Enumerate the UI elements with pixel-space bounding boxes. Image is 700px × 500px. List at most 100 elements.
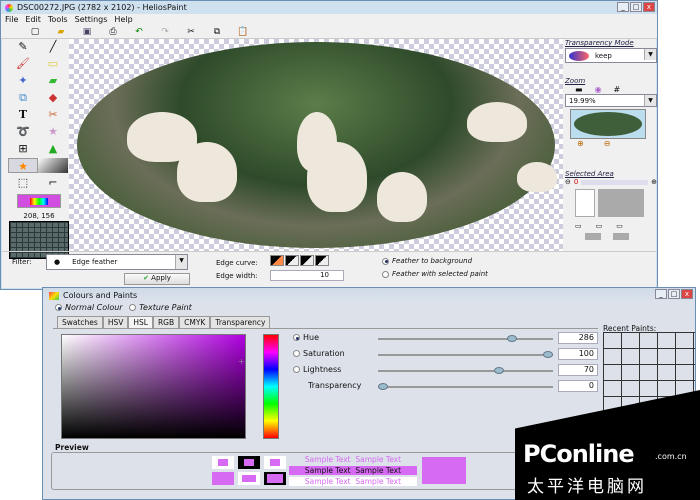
menu-tools[interactable]: Tools	[48, 15, 68, 24]
slider-knob[interactable]	[506, 335, 517, 342]
select-inverse-icon[interactable]: ▭	[596, 222, 603, 230]
eraser-icon[interactable]: ▭	[38, 56, 68, 71]
print-icon[interactable]: ⎙	[107, 27, 119, 37]
curve-option[interactable]	[315, 255, 329, 266]
value-field[interactable]: 100	[558, 348, 598, 360]
feather-paint-radio[interactable]: Feather with selected paint	[382, 270, 488, 278]
slider-track[interactable]	[378, 367, 553, 374]
row-radio[interactable]	[293, 366, 300, 373]
slider-knob[interactable]	[378, 383, 388, 390]
edge-width-value: 10	[320, 271, 329, 279]
minimize-button[interactable]: _	[617, 2, 629, 12]
resize-icon[interactable]: ⊞	[8, 141, 38, 156]
eyedropper-icon[interactable]: ⌐	[38, 175, 68, 190]
transparency-mode-select[interactable]: keep ▼	[565, 48, 657, 63]
grow-icon[interactable]: ⊕	[651, 178, 657, 186]
selection-button[interactable]	[585, 233, 601, 240]
maximize-button[interactable]: □	[668, 289, 680, 299]
row-radio[interactable]	[293, 334, 300, 341]
slider-knob[interactable]	[543, 351, 553, 358]
undo-icon[interactable]: ↶	[133, 27, 145, 37]
slider-track[interactable]	[378, 351, 553, 358]
hsl-row-saturation[interactable]: Saturation	[293, 349, 345, 358]
curve-option[interactable]	[285, 255, 299, 266]
save-icon[interactable]: ▣	[81, 27, 93, 37]
new-icon[interactable]: ▢	[29, 27, 41, 37]
select-all-icon[interactable]: ▭	[575, 222, 582, 230]
zoom-fit-icon[interactable]: ▬	[575, 85, 583, 94]
open-icon[interactable]: ▰	[55, 27, 67, 37]
slider-knob[interactable]	[493, 367, 504, 374]
gradient-selected-icon[interactable]: ★	[8, 158, 38, 173]
highlighter-icon[interactable]: ▰	[38, 73, 68, 88]
preview-swatch	[212, 472, 234, 485]
minimize-button[interactable]: _	[655, 289, 667, 299]
shrink-icon[interactable]: ⊖	[565, 178, 571, 186]
value-field[interactable]: 286	[558, 332, 598, 344]
hsl-row-lightness[interactable]: Lightness	[293, 365, 341, 374]
preview-swatch	[238, 456, 260, 469]
apply-button[interactable]: ✔ Apply	[124, 273, 190, 285]
slider-track[interactable]	[378, 335, 553, 342]
shapes-icon[interactable]: ▲	[38, 141, 68, 156]
zoom-actual-icon[interactable]: ◉	[595, 85, 602, 94]
lasso-icon[interactable]: ➰	[8, 124, 38, 139]
line-icon[interactable]: ╱	[38, 39, 68, 54]
menu-help[interactable]: Help	[114, 15, 132, 24]
deselect-icon[interactable]: ▭	[616, 222, 623, 230]
tab-hsv[interactable]: HSV	[102, 316, 129, 328]
cut-icon[interactable]: ✂	[185, 27, 197, 37]
tab-cmyk[interactable]: CMYK	[179, 316, 211, 328]
select-cut-icon[interactable]: ✂	[38, 107, 68, 122]
normal-colour-radio[interactable]: Normal Colour	[55, 303, 123, 312]
image-canvas[interactable]	[69, 39, 563, 251]
magic-wand-icon[interactable]: ★	[38, 124, 68, 139]
menu-settings[interactable]: Settings	[75, 15, 108, 24]
hue-strip[interactable]	[263, 334, 279, 439]
close-button[interactable]: x	[643, 2, 655, 12]
zoom-in-icon[interactable]: ⊕	[577, 139, 584, 148]
zoom-out-icon[interactable]: ⊖	[604, 139, 611, 148]
crop-icon[interactable]: ⬚	[8, 175, 38, 190]
navigator-thumbnail[interactable]	[570, 109, 646, 139]
edge-width-spinner[interactable]: 10	[270, 270, 344, 281]
row-label: Transparency	[308, 381, 362, 390]
zoom-select[interactable]: 19.99% ▼	[565, 94, 657, 107]
row-radio[interactable]	[293, 350, 300, 357]
close-button[interactable]: x	[681, 289, 693, 299]
value-field[interactable]: 70	[558, 364, 598, 376]
transparency-icon	[569, 50, 589, 61]
spray-icon[interactable]: ✦	[8, 73, 38, 88]
fill-icon[interactable]: ◆	[38, 90, 68, 105]
paste-icon[interactable]: 📋	[237, 27, 249, 37]
hsl-row-hue[interactable]: Hue	[293, 333, 319, 342]
tab-transparency[interactable]: Transparency	[210, 316, 271, 328]
feather-background-radio[interactable]: Feather to background	[382, 257, 472, 265]
pencil-icon[interactable]: ✎	[8, 39, 38, 54]
colour-field[interactable]: +	[61, 334, 246, 439]
title-bar: DSC00272.JPG (2782 x 2102) - HeliosPaint…	[1, 1, 657, 14]
curve-option[interactable]	[300, 255, 314, 266]
tab-rgb[interactable]: RGB	[152, 316, 180, 328]
tab-hsl[interactable]: HSL	[128, 316, 153, 328]
redo-icon[interactable]: ↷	[159, 27, 171, 37]
menu-edit[interactable]: Edit	[25, 15, 41, 24]
maximize-button[interactable]: □	[630, 2, 642, 12]
selection-button[interactable]	[613, 233, 629, 240]
texture-paint-radio[interactable]: Texture Paint	[129, 303, 192, 312]
selection-map[interactable]	[598, 189, 644, 217]
paint-swatch-button[interactable]	[17, 194, 61, 208]
menu-file[interactable]: File	[5, 15, 18, 24]
curve-option[interactable]	[270, 255, 284, 266]
clone-icon[interactable]: ⧉	[8, 90, 38, 105]
value-field[interactable]: 0	[558, 380, 598, 392]
grid-icon[interactable]: #	[614, 85, 621, 94]
copy-icon[interactable]: ⧉	[211, 27, 223, 37]
tab-swatches[interactable]: Swatches	[57, 316, 103, 328]
filter-select[interactable]: ● Edge feather ▼	[46, 254, 188, 270]
text-icon[interactable]: T	[8, 107, 38, 122]
sample-text-row: Sample Text Sample Text	[289, 466, 417, 475]
slider-track[interactable]	[378, 383, 553, 390]
brush-icon[interactable]: 🖌	[8, 56, 38, 71]
gradient-icon[interactable]	[38, 158, 68, 173]
